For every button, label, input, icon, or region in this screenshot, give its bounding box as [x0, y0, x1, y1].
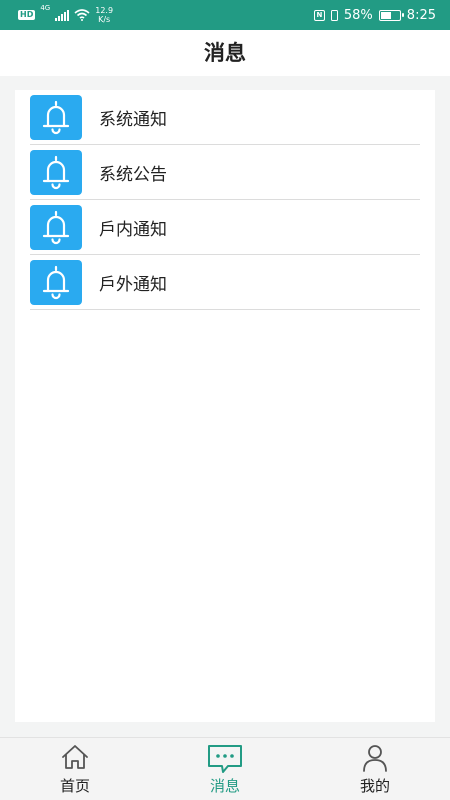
battery-level: [380, 11, 391, 19]
bell-icon: [30, 259, 82, 305]
battery-icon: [378, 9, 404, 21]
message-panel: 系统通知 系统公告 戶内通知 戶外通知: [15, 90, 435, 722]
page-title: 消息: [204, 41, 246, 65]
list-item-label: 戶内通知: [99, 219, 167, 240]
list-item-indoor-notice[interactable]: 戶内通知: [30, 200, 420, 255]
app-header: 消息: [0, 30, 450, 76]
list-item-system-announcement[interactable]: 系统公告: [30, 145, 420, 200]
status-left: HD 4G 12.9 K/s: [18, 4, 113, 26]
network-type: 4G: [40, 4, 51, 12]
nfc-icon: N: [313, 9, 325, 21]
home-icon: [62, 745, 88, 769]
vibrate-icon: [330, 9, 338, 21]
list-item-outdoor-notice[interactable]: 戶外通知: [30, 255, 420, 310]
tab-label: 首页: [59, 777, 90, 795]
list-item-label: 戶外通知: [99, 274, 167, 295]
tab-messages[interactable]: 消息: [150, 738, 300, 800]
status-right: N 58% 8:25: [313, 4, 436, 26]
bottom-tab-bar: 首页 消息 我的: [0, 737, 450, 800]
signal-icon: [55, 9, 70, 21]
list-item-label: 系统公告: [99, 164, 167, 185]
network-speed: 12.9 K/s: [95, 6, 113, 24]
user-icon: [363, 745, 387, 772]
message-category-list: 系统通知 系统公告 戶内通知 戶外通知: [30, 90, 420, 310]
tab-label: 消息: [209, 777, 240, 795]
wifi-icon: [74, 9, 90, 21]
clock: 8:25: [406, 7, 436, 23]
tab-home[interactable]: 首页: [0, 738, 150, 800]
speed-unit: K/s: [98, 15, 111, 24]
speed-value: 12.9: [95, 6, 114, 15]
tab-label: 我的: [359, 777, 390, 795]
list-item-system-notice[interactable]: 系统通知: [30, 90, 420, 145]
battery-percent: 58%: [343, 7, 373, 23]
status-bar: HD 4G 12.9 K/s N 58% 8:25: [0, 0, 450, 30]
bell-icon: [30, 204, 82, 250]
list-item-label: 系统通知: [99, 109, 167, 130]
tab-profile[interactable]: 我的: [300, 738, 450, 800]
bell-icon: [30, 94, 82, 140]
hd-icon: HD: [18, 10, 36, 20]
message-icon: [208, 745, 242, 773]
bell-icon: [30, 149, 82, 195]
